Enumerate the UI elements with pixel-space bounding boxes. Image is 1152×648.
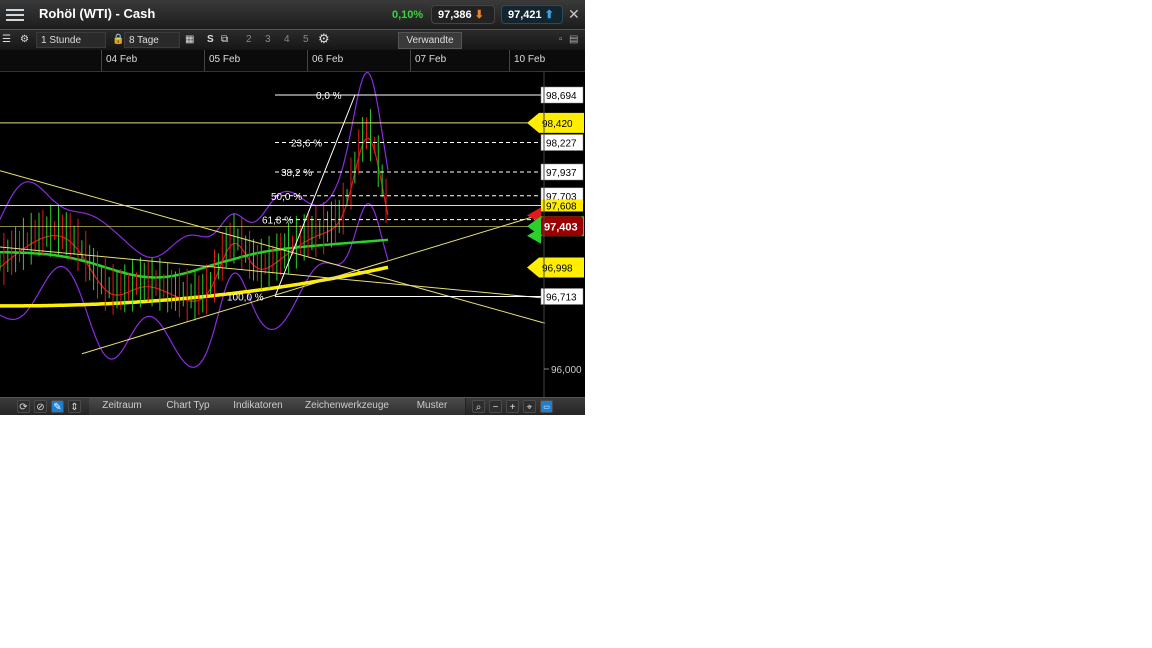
price-label: 97,608 (546, 201, 577, 212)
tab-4[interactable]: 4 (284, 32, 290, 48)
fib-value-label: 98,694 (546, 91, 577, 102)
date-axis: 04 Feb 05 Feb 06 Feb 07 Feb 10 Feb (0, 50, 585, 72)
list-icon[interactable]: ☰ (2, 32, 14, 48)
bottom-toolbar: ⟳ ⊘ ✎ ⇕ Zeitraum Chart Typ Indikatoren Z… (0, 397, 585, 415)
chart-window: Rohöl (WTI) - Cash 0,10% 97,386 ⬇ 97,421 ⬆… (0, 0, 585, 415)
related-tab[interactable]: Verwandte (398, 32, 462, 49)
pencil-icon[interactable]: ✎ (51, 400, 64, 413)
date-tick: 06 Feb (307, 50, 343, 71)
title-bar: Rohöl (WTI) - Cash 0,10% 97,386 ⬇ 97,421 ⬆… (0, 0, 585, 30)
tab-1-icon[interactable]: ⧉ (221, 32, 235, 48)
buy-price-button[interactable]: 97,421 ⬆ (501, 5, 563, 24)
no-draw-icon[interactable]: ⊘ (34, 400, 47, 413)
tab-3[interactable]: 3 (265, 32, 271, 48)
bid-value: 97,386 (438, 9, 472, 21)
price-label: 96,998 (542, 263, 573, 274)
fib-percent-label: 38,2 % (281, 168, 312, 179)
up-arrow-icon: ⬆ (544, 9, 554, 21)
s-button[interactable]: S (207, 32, 215, 48)
tab-2[interactable]: 2 (246, 32, 252, 48)
chart-toolbar: ☰ ⚙ 1 Stunde 🔒 8 Tage ▦ S ⧉ 2 3 4 5 ⚙ Ve… (0, 30, 585, 51)
price-label: 98,420 (542, 119, 573, 130)
refresh-icon[interactable]: ⟳ (17, 400, 30, 413)
tab-zeichenwerkzeuge[interactable]: Zeichenwerkzeuge (295, 398, 400, 415)
crosshair-icon[interactable]: ⌖ (523, 400, 536, 413)
price-chart[interactable]: 0,0 % 23,6 % 38,2 % 50,0 % 61,8 % 100,0 % 98,… (0, 71, 585, 397)
minimize-icon[interactable]: ▫ (559, 32, 567, 48)
zoom-in-icon[interactable]: + (506, 400, 519, 413)
current-price-label: 97,403 (544, 221, 578, 233)
instrument-title: Rohöl (WTI) - Cash (39, 6, 156, 21)
y-tick-label: 96,000 (551, 365, 582, 376)
down-arrow-icon: ⬇ (474, 9, 484, 21)
fib-percent-label: 100,0 % (227, 292, 264, 303)
window-icon[interactable]: ▤ (569, 32, 579, 48)
range-select[interactable]: 8 Tage (124, 32, 180, 48)
screenshot-icon[interactable]: ▭ (540, 400, 553, 413)
date-tick: 07 Feb (410, 50, 446, 71)
settings-gear-icon[interactable]: ⚙ (318, 32, 332, 48)
tab-chart-typ[interactable]: Chart Typ (155, 398, 222, 415)
tab-indikatoren[interactable]: Indikatoren (221, 398, 296, 415)
ask-value: 97,421 (508, 9, 542, 21)
fib-percent-label: 50,0 % (271, 192, 302, 203)
date-tick: 10 Feb (509, 50, 545, 71)
sell-price-button[interactable]: 97,386 ⬇ (431, 5, 495, 24)
fib-value-label: 98,227 (546, 138, 577, 149)
lock-icon[interactable]: 🔒 (112, 32, 124, 48)
menu-icon[interactable] (6, 6, 24, 22)
change-percent: 0,10% (392, 9, 424, 21)
zoom-out-icon[interactable]: − (489, 400, 502, 413)
date-tick: 04 Feb (101, 50, 137, 71)
fib-value-label: 96,713 (546, 292, 577, 303)
up-down-icon[interactable]: ⇕ (68, 400, 81, 413)
gear-icon[interactable]: ⚙ (20, 32, 32, 48)
interval-select[interactable]: 1 Stunde (36, 32, 106, 48)
fib-value-label: 97,937 (546, 168, 577, 179)
fib-percent-label: 0,0 % (316, 91, 342, 102)
search-icon[interactable]: ⌕ (472, 400, 485, 413)
fib-percent-label: 61,8 % (262, 216, 293, 227)
tab-5[interactable]: 5 (303, 32, 309, 48)
slow-ma (0, 265, 389, 308)
calendar-icon[interactable]: ▦ (185, 32, 197, 48)
fib-percent-label: 23,6 % (291, 138, 322, 149)
tab-muster[interactable]: Muster (399, 398, 466, 415)
date-tick: 05 Feb (204, 50, 240, 71)
tab-zeitraum[interactable]: Zeitraum (89, 398, 156, 415)
close-icon[interactable]: ✕ (568, 6, 580, 23)
